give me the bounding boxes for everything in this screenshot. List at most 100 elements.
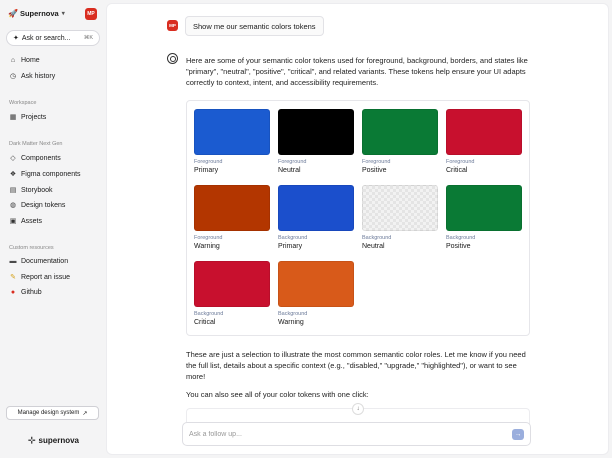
manage-design-system-label: Manage design system <box>17 410 80 416</box>
color-token-card[interactable]: Background Warning <box>278 261 354 326</box>
sidebar-item-label: Assets <box>21 217 43 225</box>
shortcut-hint: ⌘K <box>83 35 93 41</box>
sparkle-icon: ✦ <box>13 35 19 42</box>
sidebar-item-home[interactable]: ⌂ Home <box>8 57 40 64</box>
color-token-card[interactable]: Background Positive <box>446 185 522 250</box>
sidebar-item-label: Components <box>21 154 61 162</box>
chat-panel: MP Show me our semantic colors tokens He… <box>106 3 609 455</box>
sidebar: 🚀 Supernova ▾ MP ✦ Ask or search... ⌘K ⌂… <box>0 0 106 458</box>
workspace-switcher[interactable]: 🚀 Supernova ▾ <box>8 9 65 18</box>
send-button[interactable]: → <box>512 428 524 440</box>
sidebar-item-ask-history[interactable]: ◷ Ask history <box>8 72 56 81</box>
assistant-one-click-text: You can also see all of your color token… <box>186 390 369 399</box>
storybook-icon: ▤ <box>9 187 17 194</box>
color-token-card[interactable]: Foreground Positive <box>362 109 438 174</box>
token-name: Positive <box>362 167 387 174</box>
sidebar-item-label: Storybook <box>21 186 53 194</box>
footer-brand-name: supernova <box>38 436 80 445</box>
sidebar-item-storybook[interactable]: ▤ Storybook <box>8 186 53 195</box>
figma-icon: ❖ <box>9 171 17 178</box>
token-category: Foreground <box>362 159 391 165</box>
sidebar-item-label: Github <box>21 289 42 296</box>
color-swatch <box>278 109 354 155</box>
scroll-down-button[interactable]: ↓ <box>352 403 364 415</box>
token-name: Warning <box>278 319 304 326</box>
projects-icon: ▦ <box>9 114 17 121</box>
arrow-down-icon: ↓ <box>356 406 360 412</box>
color-swatch <box>194 109 270 155</box>
token-name: Warning <box>194 243 220 250</box>
home-icon: ⌂ <box>10 57 16 64</box>
assistant-outro-text: These are just a selection to illustrate… <box>186 350 526 381</box>
sidebar-item-label: Projects <box>21 113 47 121</box>
follow-up-input[interactable] <box>189 430 512 438</box>
avatar[interactable]: MP <box>85 8 97 20</box>
assets-icon: ▣ <box>9 218 17 225</box>
sidebar-item-report-issue[interactable]: ✎ Report an issue <box>8 273 71 282</box>
sidebar-item-figma-components[interactable]: ❖ Figma components <box>8 170 81 179</box>
sidebar-item-assets[interactable]: ▣ Assets <box>8 217 43 226</box>
color-swatch <box>446 185 522 231</box>
token-category: Background <box>278 235 308 241</box>
token-name: Primary <box>194 167 219 174</box>
sidebar-item-label: Design tokens <box>21 201 66 209</box>
token-category: Foreground <box>446 159 475 165</box>
external-link-icon: ↗ <box>82 410 88 417</box>
assistant-icon <box>167 53 178 64</box>
sidebar-item-documentation[interactable]: ▬ Documentation <box>8 258 69 265</box>
token-name: Neutral <box>362 243 385 250</box>
sidebar-item-label: Figma components <box>21 170 81 178</box>
sidebar-item-label: Ask history <box>21 72 56 80</box>
brand-name: Supernova <box>19 9 59 18</box>
section-label-design-system: Dark Matter Next Gen <box>9 141 63 147</box>
history-icon: ◷ <box>9 73 17 80</box>
color-token-card[interactable]: Foreground Neutral <box>278 109 354 174</box>
documentation-icon: ▬ <box>9 258 17 265</box>
color-token-card[interactable]: Background Critical <box>194 261 270 326</box>
color-token-card[interactable]: Background Primary <box>278 185 354 250</box>
sidebar-item-label: Home <box>21 57 40 64</box>
color-swatch <box>278 185 354 231</box>
sidebar-item-github[interactable]: ● Github <box>8 289 42 296</box>
color-swatch <box>278 261 354 307</box>
ask-search-button[interactable]: ✦ Ask or search... ⌘K <box>6 30 100 46</box>
token-category: Foreground <box>278 159 307 165</box>
color-swatch <box>194 185 270 231</box>
chevron-down-icon: ▾ <box>61 11 65 17</box>
section-label-workspace: Workspace <box>9 100 37 106</box>
token-category: Foreground <box>194 159 223 165</box>
report-icon: ✎ <box>10 274 16 281</box>
token-name: Primary <box>278 243 303 250</box>
color-swatch <box>362 109 438 155</box>
token-name: Critical <box>194 319 216 326</box>
components-icon: ◇ <box>10 155 16 162</box>
sidebar-item-design-tokens[interactable]: ◍ Design tokens <box>8 201 66 210</box>
arrow-right-icon: → <box>514 430 522 438</box>
tokens-icon: ◍ <box>9 202 17 209</box>
github-icon: ● <box>10 289 16 296</box>
color-token-card[interactable]: Foreground Primary <box>194 109 270 174</box>
sidebar-item-components[interactable]: ◇ Components <box>8 154 61 163</box>
sidebar-item-projects[interactable]: ▦ Projects <box>8 113 47 122</box>
color-token-card[interactable]: Foreground Warning <box>194 185 270 250</box>
section-label-custom-resources: Custom resources <box>9 245 54 251</box>
ask-search-label: Ask or search... <box>21 34 71 42</box>
sidebar-item-label: Report an issue <box>21 273 71 281</box>
color-token-grid: Foreground Primary Foreground Neutral Foregr… <box>186 100 530 336</box>
token-category: Background <box>278 311 308 317</box>
assistant-intro-text: Here are some of your semantic color tok… <box>186 56 528 87</box>
token-name: Positive <box>446 243 471 250</box>
token-category: Background <box>362 235 392 241</box>
color-token-card[interactable]: Background Neutral <box>362 185 438 250</box>
color-token-card[interactable]: Foreground Critical <box>446 109 522 174</box>
footer-logo: ⊹ supernova <box>28 435 79 446</box>
rocket-icon: 🚀 <box>8 9 18 18</box>
manage-design-system-button[interactable]: Manage design system ↗ <box>6 406 99 420</box>
token-category: Foreground <box>194 235 223 241</box>
user-avatar: MP <box>167 20 178 31</box>
token-name: Neutral <box>278 167 301 174</box>
color-swatch <box>446 109 522 155</box>
token-name: Critical <box>446 167 468 174</box>
color-swatch <box>194 261 270 307</box>
token-category: Background <box>194 311 224 317</box>
